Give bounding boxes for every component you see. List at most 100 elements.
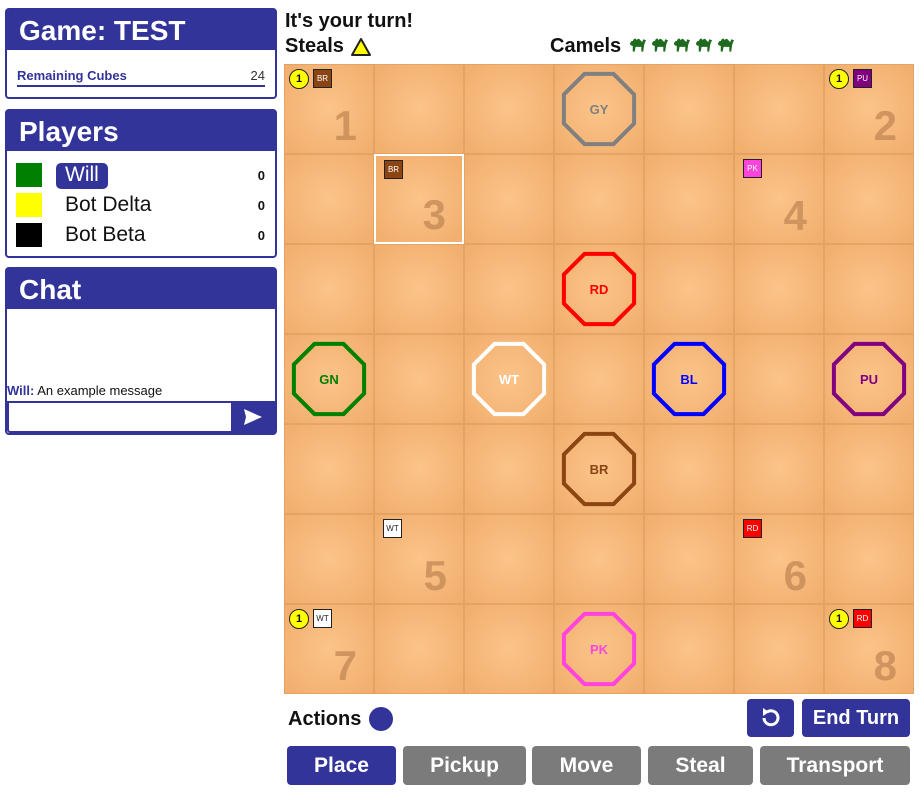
undo-button[interactable] [747, 699, 794, 737]
cube-tag[interactable]: WT [383, 519, 402, 538]
octagon-pu[interactable]: PU [828, 338, 910, 420]
board-cell-2[interactable]: 2 1 PU [824, 64, 914, 154]
octagon-gy[interactable]: GY [558, 68, 640, 150]
player-score: 0 [257, 168, 265, 183]
player-row: Bot Beta 0 [16, 220, 275, 250]
players-list: Will 0 Bot Delta 0 Bot Beta 0 [7, 151, 275, 250]
board-cell[interactable] [284, 154, 374, 244]
cell-number: 7 [333, 642, 357, 689]
board-cell[interactable] [464, 154, 554, 244]
octagon-label: RD [589, 281, 609, 297]
player-color-swatch [16, 193, 42, 217]
octagon-pk[interactable]: PK [558, 608, 640, 690]
board-cell[interactable] [644, 154, 734, 244]
octagon-gn[interactable]: GN [288, 338, 370, 420]
board-cell-7[interactable]: 7 1 WT [284, 604, 374, 694]
chat-panel: Chat Will: An example message [5, 267, 277, 435]
board-cell[interactable] [284, 514, 374, 604]
game-board[interactable]: 1 1 BR 2 1 PU 3 BR 4 PK 5 WT 6 RD 7 1 WT 8 1 RD GY RD GN WT BL PU… [284, 64, 914, 694]
board-cell[interactable] [374, 604, 464, 694]
players-panel: Players Will 0 Bot Delta 0 Bot Beta 0 [5, 109, 277, 258]
board-cell[interactable] [284, 244, 374, 334]
camels-status: Camels [550, 35, 735, 58]
board-cell[interactable] [644, 244, 734, 334]
cube-tag[interactable]: PK [743, 159, 762, 178]
action-move-button[interactable]: Move [532, 746, 641, 785]
octagon-wt[interactable]: WT [468, 338, 550, 420]
board-cell[interactable] [374, 424, 464, 514]
board-cell[interactable] [554, 334, 644, 424]
board-cell[interactable] [464, 514, 554, 604]
board-cell[interactable] [824, 244, 914, 334]
action-steal-button[interactable]: Steal [648, 746, 753, 785]
chat-title: Chat [7, 269, 275, 309]
camel-icon [650, 35, 669, 58]
chat-message-text: An example message [37, 383, 163, 398]
cube-tag[interactable]: BR [313, 69, 332, 88]
board-cell[interactable] [734, 424, 824, 514]
player-score: 0 [257, 228, 265, 243]
board-cell[interactable] [374, 64, 464, 154]
board-cell-4[interactable]: 4 PK [734, 154, 824, 244]
game-panel: Game: TEST Remaining Cubes 24 [5, 8, 277, 99]
cube-tag[interactable]: PU [853, 69, 872, 88]
camel-icon [716, 35, 735, 58]
camel-icon [628, 35, 647, 58]
steals-status: Steals [285, 35, 372, 58]
board-cell[interactable] [284, 424, 374, 514]
board-cell[interactable] [734, 64, 824, 154]
cube-tag[interactable]: WT [313, 609, 332, 628]
board-cell[interactable] [554, 154, 644, 244]
actions-indicator: Actions [288, 707, 394, 731]
cube-count-badge: 1 [829, 69, 849, 89]
board-cell[interactable] [464, 604, 554, 694]
board-cell[interactable] [734, 244, 824, 334]
board-cell[interactable] [464, 244, 554, 334]
chat-message: Will: An example message [7, 383, 162, 398]
cube-count-badge: 1 [289, 609, 309, 629]
cell-number: 2 [873, 102, 897, 149]
board-cell[interactable] [554, 514, 644, 604]
cube-tag[interactable]: RD [853, 609, 872, 628]
octagon-label: GY [589, 101, 609, 117]
player-row: Will 0 [16, 160, 275, 190]
cell-number: 5 [423, 552, 447, 599]
board-cell[interactable] [644, 604, 734, 694]
turn-status: It's your turn! [285, 10, 414, 32]
player-row: Bot Delta 0 [16, 190, 275, 220]
board-cell-6[interactable]: 6 RD [734, 514, 824, 604]
board-cell[interactable] [734, 334, 824, 424]
board-cell[interactable] [374, 334, 464, 424]
remaining-cubes-label: Remaining Cubes [17, 68, 127, 83]
action-place-button[interactable]: Place [287, 746, 396, 785]
undo-icon [762, 708, 779, 727]
octagon-rd[interactable]: RD [558, 248, 640, 330]
board-cell[interactable] [824, 154, 914, 244]
board-cell[interactable] [824, 424, 914, 514]
chat-send-button[interactable] [231, 401, 275, 433]
board-cell[interactable] [464, 424, 554, 514]
board-cell[interactable] [464, 64, 554, 154]
players-title: Players [7, 111, 275, 151]
board-cell-5[interactable]: 5 WT [374, 514, 464, 604]
octagon-br[interactable]: BR [558, 428, 640, 510]
octagon-bl[interactable]: BL [648, 338, 730, 420]
end-turn-button[interactable]: End Turn [802, 699, 910, 737]
board-cell[interactable] [734, 604, 824, 694]
board-cell[interactable] [374, 244, 464, 334]
board-cell-8[interactable]: 8 1 RD [824, 604, 914, 694]
action-transport-button[interactable]: Transport [760, 746, 910, 785]
send-icon [244, 409, 262, 425]
chat-input[interactable] [7, 401, 233, 433]
board-cell[interactable] [644, 424, 734, 514]
board-cell-3[interactable]: 3 BR [374, 154, 464, 244]
cube-tag[interactable]: RD [743, 519, 762, 538]
action-pickup-button[interactable]: Pickup [403, 746, 526, 785]
chat-messages: Will: An example message [7, 309, 275, 400]
board-cell[interactable] [644, 514, 734, 604]
board-cell-1[interactable]: 1 1 BR [284, 64, 374, 154]
cube-tag[interactable]: BR [384, 160, 403, 179]
board-cell[interactable] [824, 514, 914, 604]
octagon-label: PU [859, 371, 879, 387]
board-cell[interactable] [644, 64, 734, 154]
